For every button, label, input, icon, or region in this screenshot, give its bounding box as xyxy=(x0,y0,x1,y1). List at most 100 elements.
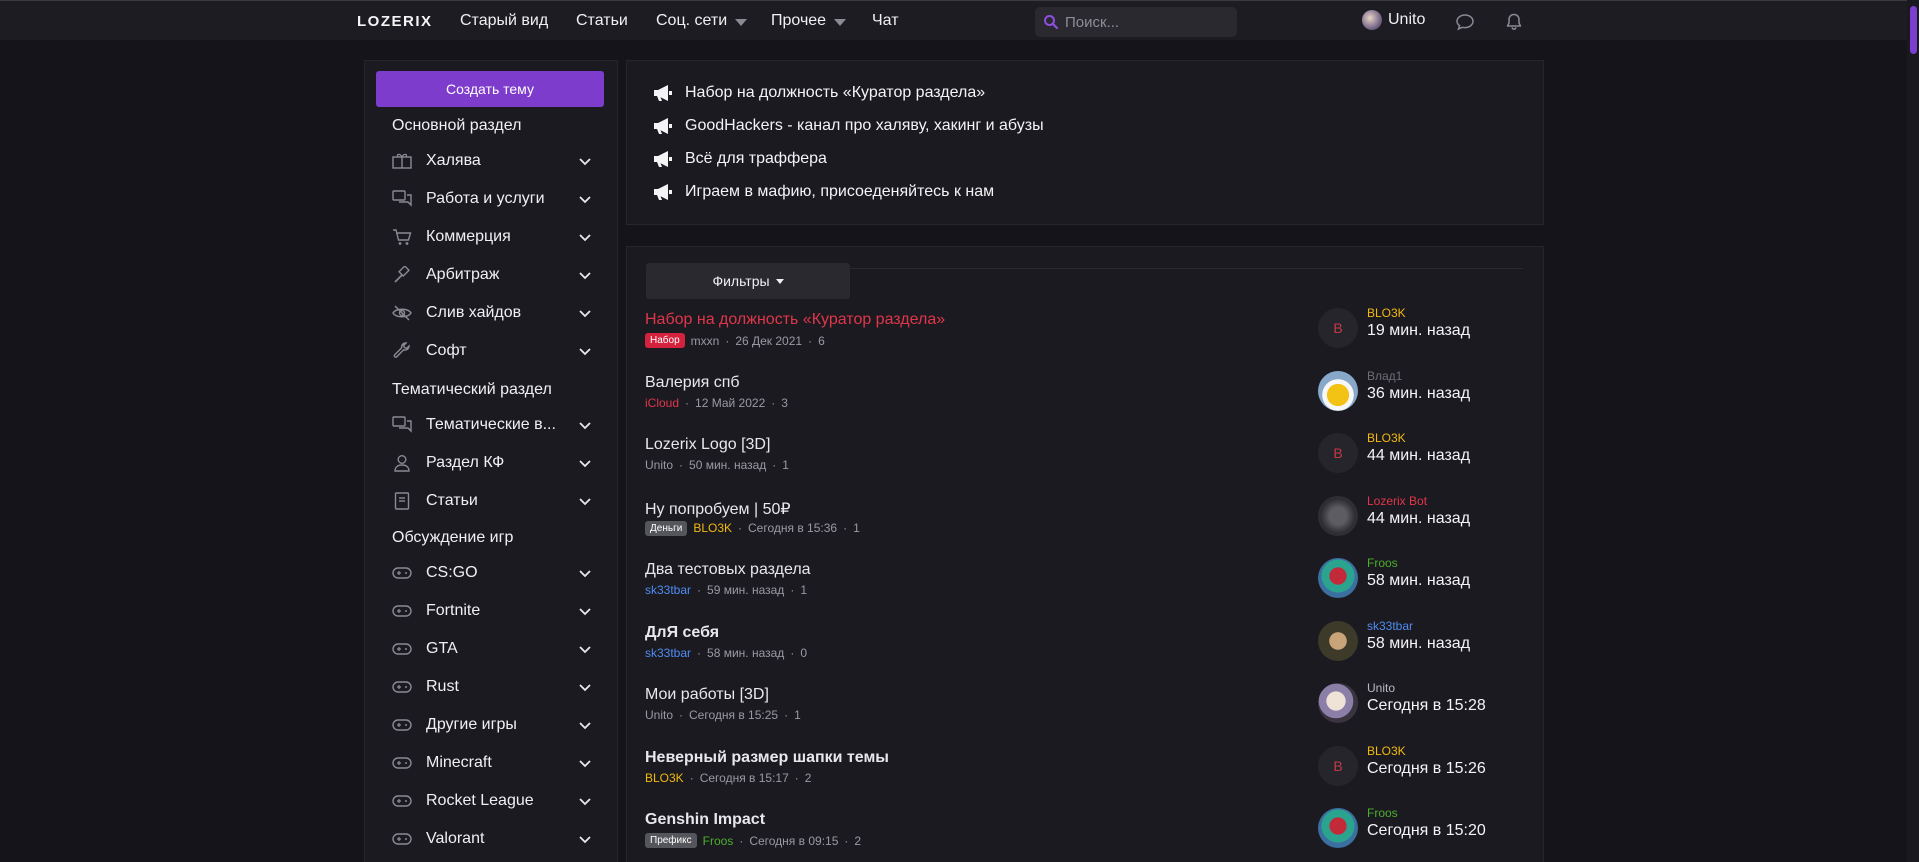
thread-author[interactable]: iCloud xyxy=(645,396,679,410)
chat-bubble-icon[interactable] xyxy=(1455,12,1475,32)
last-poster-name[interactable]: Froos xyxy=(1367,556,1398,570)
create-thread-button[interactable]: Создать тему xyxy=(376,71,604,107)
announcement-item[interactable]: Играем в мафию, присоеденяйтесь к нам xyxy=(653,183,994,201)
search-input[interactable] xyxy=(1065,13,1225,31)
thread-row[interactable]: Genshin Impact Префикс Froos · Сегодня в 09:… xyxy=(627,806,1543,862)
chevron-down-icon[interactable] xyxy=(578,642,592,656)
thread-row[interactable]: Мои работы [3D] Unito · Сегодня в 15:25 · 1 Un… xyxy=(627,681,1543,748)
last-poster-name[interactable]: BLO3K xyxy=(1367,306,1406,320)
last-post-time[interactable]: Сегодня в 15:28 xyxy=(1367,697,1486,715)
page-scrollbar[interactable] xyxy=(1907,0,1919,862)
last-post-time[interactable]: Сегодня в 15:20 xyxy=(1367,822,1486,840)
thread-row[interactable]: Lozerix Logo [3D] Unito · 50 мин. назад · 1 B B… xyxy=(627,431,1543,498)
thread-author[interactable]: BLO3K xyxy=(693,521,732,535)
filters-button[interactable]: Фильтры xyxy=(646,263,850,299)
thread-title[interactable]: Неверный размер шапки темы xyxy=(645,749,889,767)
thread-row[interactable]: Ну попробуем | 50₽ Деньги BLO3K · Сегодня в … xyxy=(627,494,1543,561)
avatar[interactable] xyxy=(1318,370,1358,411)
last-post-time[interactable]: 58 мин. назад xyxy=(1367,635,1470,653)
thread-date[interactable]: Сегодня в 15:25 xyxy=(689,708,778,722)
sidebar-item-rust[interactable]: Rust xyxy=(392,673,592,701)
sidebar-item-software[interactable]: Софт xyxy=(392,337,592,365)
last-post-time[interactable]: 44 мин. назад xyxy=(1367,510,1470,528)
last-post-time[interactable]: 36 мин. назад xyxy=(1367,385,1470,403)
thread-row[interactable]: Валерия спб iCloud · 12 Май 2022 · 3 Влад1 36 м… xyxy=(627,369,1543,436)
thread-author[interactable]: sk33tbar xyxy=(645,583,691,597)
scrollbar-thumb[interactable] xyxy=(1910,6,1917,54)
last-post-time[interactable]: Сегодня в 15:26 xyxy=(1367,760,1486,778)
site-logo[interactable]: LOZERIX xyxy=(357,13,433,30)
avatar[interactable]: B xyxy=(1318,745,1358,786)
thread-author[interactable]: mxxn xyxy=(691,334,720,348)
thread-date[interactable]: 50 мин. назад xyxy=(689,458,766,472)
thread-prefix-badge[interactable]: Набор xyxy=(645,333,685,348)
thread-date[interactable]: 26 Дек 2021 xyxy=(735,334,802,348)
chevron-down-icon[interactable] xyxy=(578,456,592,470)
section-title[interactable]: Обсуждение игр xyxy=(392,529,513,547)
bell-icon[interactable] xyxy=(1504,12,1524,32)
avatar[interactable] xyxy=(1318,808,1358,848)
nav-link-other[interactable]: Прочее xyxy=(771,12,847,30)
announcement-item[interactable]: GoodHackers - канал про халяву, хакинг и… xyxy=(653,117,1044,135)
nav-link-chat[interactable]: Чат xyxy=(872,12,899,30)
chevron-down-icon[interactable] xyxy=(578,154,592,168)
thread-author[interactable]: sk33tbar xyxy=(645,646,691,660)
thread-title[interactable]: ДлЯ себя xyxy=(645,624,719,642)
sidebar-item-kf[interactable]: Раздел КФ xyxy=(392,449,592,477)
thread-title[interactable]: Lozerix Logo [3D] xyxy=(645,436,770,454)
thread-row[interactable]: ДлЯ себя sk33tbar · 58 мин. назад · 0 sk33tbar… xyxy=(627,619,1543,686)
sidebar-item-minecraft[interactable]: Minecraft xyxy=(392,749,592,777)
nav-link-articles[interactable]: Статьи xyxy=(576,12,628,30)
thread-date[interactable]: 58 мин. назад xyxy=(707,646,784,660)
last-post-time[interactable]: 58 мин. назад xyxy=(1367,572,1470,590)
last-poster-name[interactable]: Lozerix Bot xyxy=(1367,494,1427,508)
thread-title[interactable]: Два тестовых раздела xyxy=(645,561,811,579)
chevron-down-icon[interactable] xyxy=(578,680,592,694)
avatar[interactable]: B xyxy=(1318,433,1358,473)
thread-date[interactable]: Сегодня в 09:15 xyxy=(749,834,838,848)
chevron-down-icon[interactable] xyxy=(578,566,592,580)
last-poster-name[interactable]: BLO3K xyxy=(1367,744,1406,758)
sidebar-item-freebies[interactable]: Халява xyxy=(392,147,592,175)
chevron-down-icon[interactable] xyxy=(578,230,592,244)
last-poster-name[interactable]: sk33tbar xyxy=(1367,619,1413,633)
sidebar-item-fortnite[interactable]: Fortnite xyxy=(392,597,592,625)
section-title[interactable]: Тематический раздел xyxy=(392,381,552,399)
thread-row[interactable]: Неверный размер шапки темы BLO3K · Сегодня … xyxy=(627,744,1543,811)
sidebar-item-thematic[interactable]: Тематические в... xyxy=(392,411,592,439)
chevron-down-icon[interactable] xyxy=(578,604,592,618)
chevron-down-icon[interactable] xyxy=(578,344,592,358)
thread-author[interactable]: Froos xyxy=(703,834,734,848)
thread-author[interactable]: BLO3K xyxy=(645,771,684,785)
chevron-down-icon[interactable] xyxy=(578,306,592,320)
last-poster-name[interactable]: BLO3K xyxy=(1367,431,1406,445)
thread-author[interactable]: Unito xyxy=(645,708,673,722)
avatar[interactable] xyxy=(1318,683,1358,723)
chevron-down-icon[interactable] xyxy=(578,418,592,432)
chevron-down-icon[interactable] xyxy=(578,756,592,770)
avatar[interactable] xyxy=(1318,620,1358,661)
avatar[interactable]: B xyxy=(1318,308,1358,348)
thread-date[interactable]: Сегодня в 15:36 xyxy=(748,521,837,535)
last-poster-name[interactable]: Unito xyxy=(1367,681,1395,695)
thread-row[interactable]: Два тестовых раздела sk33tbar · 59 мин. наз… xyxy=(627,556,1543,623)
thread-date[interactable]: Сегодня в 15:17 xyxy=(700,771,789,785)
chevron-down-icon[interactable] xyxy=(578,268,592,282)
thread-prefix-badge[interactable]: Деньги xyxy=(645,520,688,536)
thread-title[interactable]: Валерия спб xyxy=(645,374,740,392)
thread-prefix-badge[interactable]: Префикс xyxy=(645,833,697,848)
sidebar-item-other-games[interactable]: Другие игры xyxy=(392,711,592,739)
user-menu[interactable]: Unito xyxy=(1362,10,1425,30)
sidebar-item-leaks[interactable]: Слив хайдов xyxy=(392,299,592,327)
announcement-item[interactable]: Всё для траффера xyxy=(653,150,827,168)
nav-link-old-view[interactable]: Старый вид xyxy=(460,12,548,30)
last-post-time[interactable]: 44 мин. назад xyxy=(1367,447,1470,465)
section-title[interactable]: Основной раздел xyxy=(392,117,521,135)
thread-date[interactable]: 12 Май 2022 xyxy=(695,396,765,410)
nav-link-social[interactable]: Соц. сети xyxy=(656,12,748,30)
chevron-down-icon[interactable] xyxy=(578,192,592,206)
chevron-down-icon[interactable] xyxy=(578,794,592,808)
chevron-down-icon[interactable] xyxy=(578,718,592,732)
search-box[interactable] xyxy=(1035,7,1237,37)
chevron-down-icon[interactable] xyxy=(578,832,592,846)
